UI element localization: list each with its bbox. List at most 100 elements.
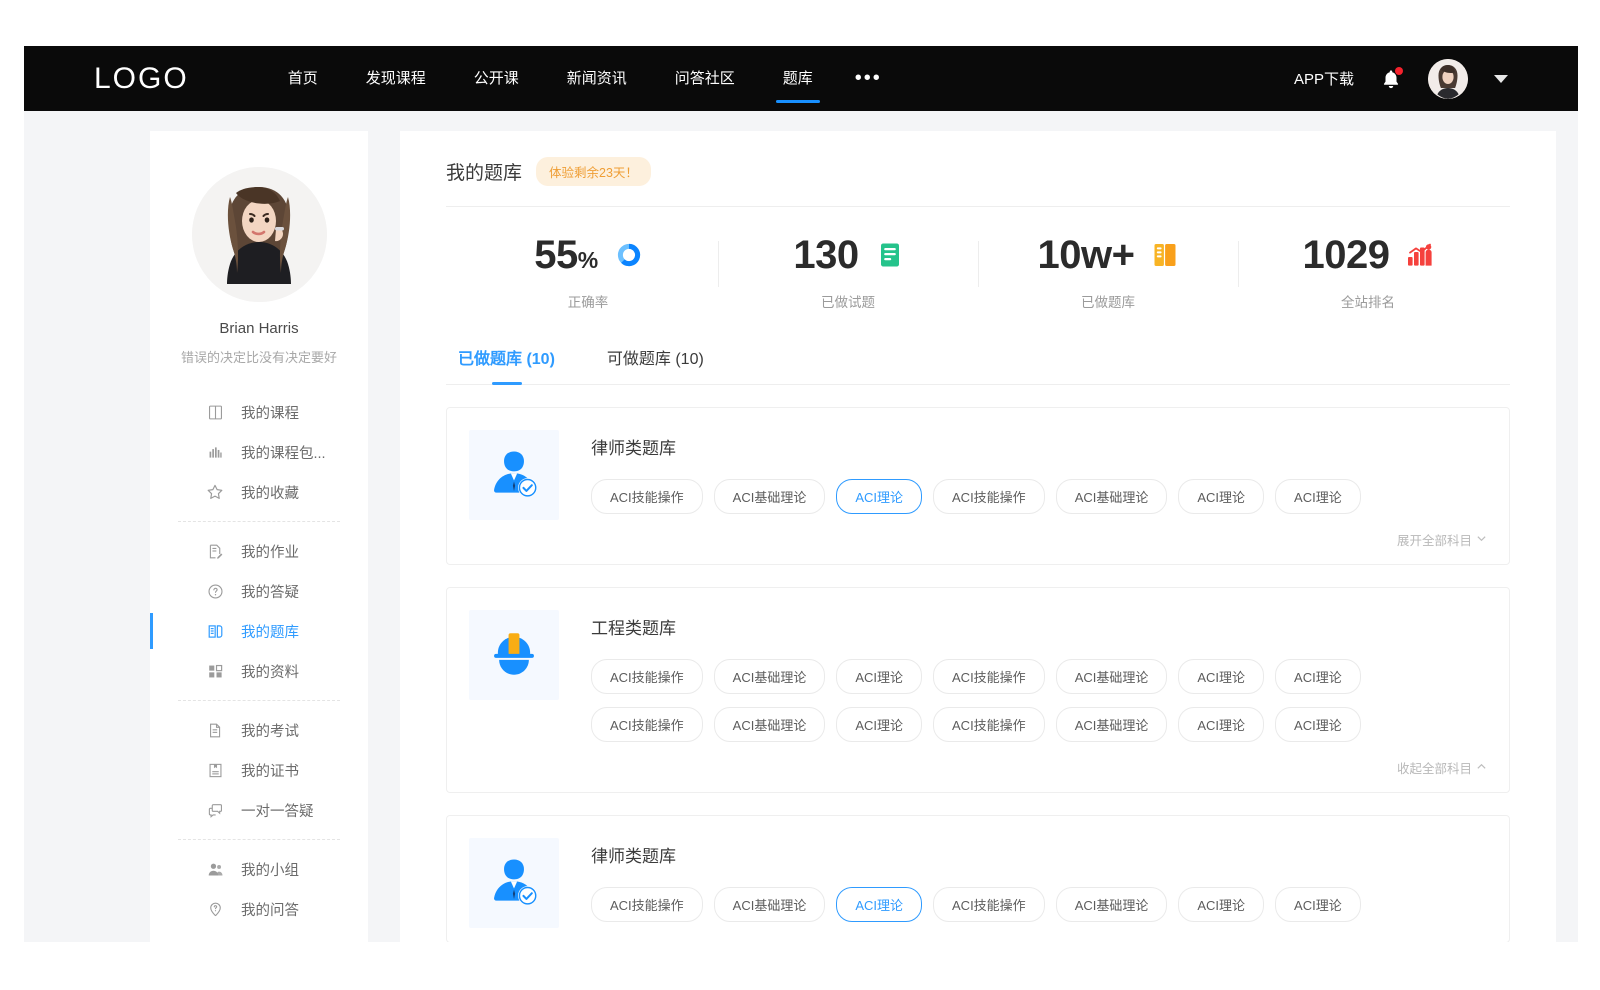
orange-book-glyph [1153, 242, 1177, 268]
subject-tag[interactable]: ACI技能操作 [933, 479, 1045, 514]
main-header: 我的题库 体验剩余23天！ [446, 157, 1510, 207]
sidebar-item-0[interactable]: 我的课程 [150, 392, 368, 432]
stat-value-row: 55% [534, 235, 641, 275]
stat-label: 已做题库 [1081, 291, 1135, 311]
green-doc-icon [877, 242, 903, 268]
exam-icon [206, 721, 224, 739]
sidebar-divider [178, 839, 340, 840]
top-navigation-bar: LOGO 首页发现课程公开课新闻资讯问答社区题库 ••• APP下载 [24, 46, 1578, 111]
sidebar-item-14[interactable]: 我的问答 [150, 889, 368, 929]
chevron-down-icon[interactable] [1494, 75, 1508, 83]
stat-label: 正确率 [568, 291, 609, 311]
nav-item-3[interactable]: 新闻资讯 [543, 46, 651, 111]
subject-tag[interactable]: ACI理论 [1178, 479, 1264, 514]
subject-tag[interactable]: ACI理论 [1178, 659, 1264, 694]
subject-tag[interactable]: ACI理论 [1275, 479, 1361, 514]
sidebar-item-13[interactable]: 我的小组 [150, 849, 368, 889]
subject-tag[interactable]: ACI技能操作 [591, 887, 703, 922]
sidebar-item-10[interactable]: 我的证书 [150, 750, 368, 790]
sidebar-item-6[interactable]: 我的题库 [150, 611, 368, 651]
subject-tag-row: ACI技能操作 ACI基础理论 ACI理论 ACI技能操作 ACI基础理论 ACI理论 AC… [591, 887, 1487, 922]
sidebar-item-4[interactable]: 我的作业 [150, 531, 368, 571]
subject-tag[interactable]: ACI技能操作 [933, 887, 1045, 922]
bell-icon[interactable] [1380, 67, 1402, 91]
subject-tag-row: ACI技能操作 ACI基础理论 ACI理论 ACI技能操作 ACI基础理论 ACI理论 AC… [591, 659, 1487, 694]
subject-tag[interactable]: ACI基础理论 [714, 659, 826, 694]
sidebar-item-9[interactable]: 我的考试 [150, 710, 368, 750]
package-icon [206, 443, 224, 461]
subject-tag[interactable]: ACI技能操作 [591, 707, 703, 742]
nav-item-2[interactable]: 公开课 [450, 46, 543, 111]
site-logo[interactable]: LOGO [94, 62, 189, 96]
nav-item-1[interactable]: 发现课程 [342, 46, 450, 111]
stat-value-row: 10w+ [1038, 235, 1179, 275]
sidebar-item-1[interactable]: 我的课程包... [150, 432, 368, 472]
tab-0[interactable]: 已做题库 (10) [458, 345, 555, 384]
stat-value: 1029 [1303, 235, 1390, 275]
question-bank-card: 律师类题库ACI技能操作ACI基础理论ACI理论ACI技能操作ACI基础理论AC… [446, 407, 1510, 565]
sidebar-item-15[interactable]: 我的笔记 [150, 929, 368, 942]
toggle-subjects-button[interactable]: 展开全部科目 [1397, 530, 1487, 549]
card-body: 律师类题库ACI技能操作ACI基础理论ACI理论ACI技能操作ACI基础理论AC… [591, 430, 1487, 550]
question-circle-icon [206, 582, 224, 600]
nav-item-5[interactable]: 题库 [759, 46, 837, 111]
stat-number: 10w+ [1038, 233, 1135, 277]
trial-badge: 体验剩余23天！ [536, 157, 651, 186]
subject-tag[interactable]: ACI理论 [1275, 887, 1361, 922]
subject-tag[interactable]: ACI基础理论 [714, 887, 826, 922]
subject-tag[interactable]: ACI技能操作 [933, 659, 1045, 694]
card-body: 工程类题库ACI技能操作ACI基础理论ACI理论ACI技能操作ACI基础理论AC… [591, 610, 1487, 778]
subject-tag[interactable]: ACI理论 [1178, 887, 1264, 922]
subject-tag[interactable]: ACI基础理论 [1056, 659, 1168, 694]
sidebar-item-label: 我的课程包... [241, 442, 326, 463]
sidebar-item-5[interactable]: 我的答疑 [150, 571, 368, 611]
sidebar-item-label: 我的笔记 [241, 939, 299, 943]
subject-tag[interactable]: ACI技能操作 [591, 479, 703, 514]
subject-tag[interactable]: ACI理论 [1275, 707, 1361, 742]
homework-icon [206, 542, 224, 560]
more-nav-icon[interactable]: ••• [837, 46, 900, 111]
tab-1[interactable]: 可做题库 (10) [607, 345, 704, 384]
question-bank-card-list: 律师类题库ACI技能操作ACI基础理论ACI理论ACI技能操作ACI基础理论AC… [446, 385, 1510, 942]
nav-item-4[interactable]: 问答社区 [651, 46, 759, 111]
stats-row: 55%正确率130已做试题10w+已做题库1029全站排名 [446, 207, 1510, 319]
subject-tag[interactable]: ACI基础理论 [1056, 887, 1168, 922]
subject-tag[interactable]: ACI基础理论 [1056, 707, 1168, 742]
sidebar-user-motto: 错误的决定比没有决定要好 [150, 347, 368, 366]
subject-tag[interactable]: ACI基础理论 [1056, 479, 1168, 514]
avatar[interactable] [1428, 59, 1468, 99]
card-footer: 展开全部科目 [591, 530, 1487, 550]
subject-tag[interactable]: ACI技能操作 [591, 659, 703, 694]
subject-tag[interactable]: ACI技能操作 [933, 707, 1045, 742]
subject-tag[interactable]: ACI理论 [836, 479, 922, 514]
stat-card-2: 10w+ 已做题库 [978, 235, 1238, 311]
page-canvas: LOGO 首页发现课程公开课新闻资讯问答社区题库 ••• APP下载 [24, 46, 1578, 942]
card-title: 律师类题库 [591, 842, 1487, 867]
lawyer-avatar-icon [469, 430, 559, 520]
stat-card-3: 1029全站排名 [1238, 235, 1498, 311]
subject-tag[interactable]: ACI理论 [836, 707, 922, 742]
stat-number: 130 [793, 233, 858, 277]
chevron-down-icon [1476, 533, 1487, 547]
sidebar-item-11[interactable]: 一对一答疑 [150, 790, 368, 830]
subject-tag-row: ACI技能操作 ACI基础理论 ACI理论 ACI技能操作 ACI基础理论 ACI理论 AC… [591, 479, 1487, 514]
top-right-actions: APP下载 [1294, 59, 1508, 99]
toggle-subjects-button[interactable]: 收起全部科目 [1397, 758, 1487, 777]
subject-tag[interactable]: ACI基础理论 [714, 479, 826, 514]
subject-tag[interactable]: ACI理论 [1275, 659, 1361, 694]
question-bank-card: 律师类题库ACI技能操作ACI基础理论ACI理论ACI技能操作ACI基础理论AC… [446, 815, 1510, 942]
subject-tag[interactable]: ACI理论 [836, 887, 922, 922]
chat-icon [206, 801, 224, 819]
nav-item-0[interactable]: 首页 [264, 46, 342, 111]
subject-tag[interactable]: ACI基础理论 [714, 707, 826, 742]
orange-book-icon [1152, 242, 1178, 268]
sidebar-item-7[interactable]: 我的资料 [150, 651, 368, 691]
app-download-link[interactable]: APP下载 [1294, 68, 1354, 89]
sidebar-item-2[interactable]: 我的收藏 [150, 472, 368, 512]
subject-tag[interactable]: ACI理论 [1178, 707, 1264, 742]
subject-tag[interactable]: ACI理论 [836, 659, 922, 694]
stat-card-0: 55% 正确率 [458, 235, 718, 311]
page-body: Brian Harris 错误的决定比没有决定要好 我的课程我的课程包...我的… [24, 111, 1578, 942]
certificate-icon [206, 761, 224, 779]
stat-value: 130 [793, 235, 858, 275]
